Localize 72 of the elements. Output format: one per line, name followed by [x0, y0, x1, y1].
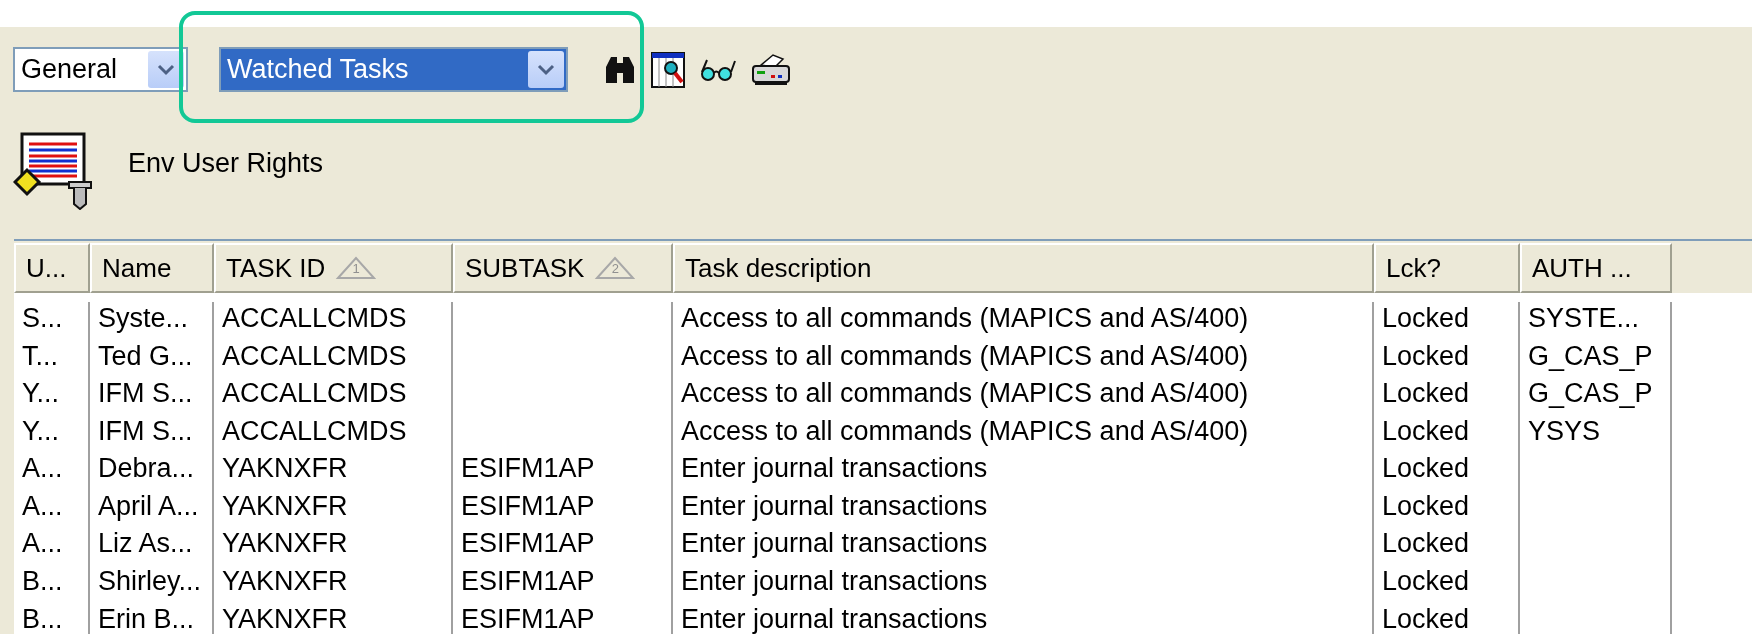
table-cell: Shirley... — [98, 566, 202, 597]
sort-order: 1 — [351, 262, 361, 275]
table-cell: Y... — [22, 378, 60, 409]
table-cell: Locked — [1382, 453, 1470, 484]
table-cell: A... — [22, 528, 63, 559]
table-cell: IFM S... — [98, 415, 193, 446]
sort-order: 2 — [610, 262, 621, 275]
table-cell: YAKNXFR — [222, 490, 348, 521]
table-cell: YAKNXFR — [222, 528, 348, 559]
table-cell: Debra... — [98, 453, 195, 484]
table-cell: B... — [22, 603, 63, 634]
table-cell: Locked — [1382, 415, 1470, 446]
table-cell: IFM S... — [98, 378, 193, 409]
caret-icon — [157, 63, 175, 76]
caret-icon — [537, 63, 555, 76]
table-cell: Locked — [1382, 490, 1470, 521]
table-cell: YAKNXFR — [222, 453, 348, 484]
table-cell: Syste... — [98, 303, 189, 333]
table-cell: A... — [22, 453, 63, 484]
table-cell: ACCALLCMDS — [222, 415, 407, 446]
table-cell: April A... — [98, 490, 199, 521]
table-cell: Locked — [1382, 378, 1470, 409]
table-cell: Access to all commands (MAPICS and AS/400) — [681, 378, 1249, 409]
table-cell: ACCALLCMDS — [222, 303, 407, 333]
table-cell: Y... — [22, 415, 60, 446]
column-header[interactable]: Task description — [673, 243, 1374, 293]
column-header[interactable]: Lck? — [1374, 243, 1520, 293]
table-cell: Access to all commands (MAPICS and AS/400) — [681, 303, 1249, 333]
page-title: Env User Rights — [128, 147, 324, 179]
table-cell: ESIFM1AP — [461, 453, 595, 484]
column-header[interactable]: TASK ID 1 — [214, 243, 453, 293]
table-cell: Enter journal transactions — [681, 566, 988, 597]
table-cell: Locked — [1382, 528, 1470, 559]
dropdown[interactable]: Watched Tasks — [219, 47, 568, 92]
table-cell: S... — [22, 303, 63, 333]
table-cell: B... — [22, 566, 63, 597]
table-cell: ESIFM1AP — [461, 528, 595, 559]
table-cell: Erin B... — [98, 603, 195, 634]
table-cell: YAKNXFR — [222, 566, 348, 597]
table-cell: Ted G... — [98, 340, 193, 371]
dropdown[interactable]: General — [13, 47, 188, 92]
table-cell: YSYS — [1528, 415, 1601, 446]
table-cell: Locked — [1382, 566, 1470, 597]
table-cell: Access to all commands (MAPICS and AS/400) — [681, 340, 1249, 371]
grid-search-icon[interactable] — [651, 51, 685, 88]
table-cell: G_CAS_P — [1528, 340, 1653, 371]
table-cell: Locked — [1382, 340, 1470, 371]
sort-triangle-icon — [335, 255, 378, 281]
column-header[interactable]: Name — [90, 243, 214, 293]
column-header[interactable]: SUBTASK 2 — [453, 243, 673, 293]
sort-triangle-icon — [594, 255, 637, 281]
table-cell: SYSTE... — [1528, 303, 1640, 333]
table-cell: Enter journal transactions — [681, 453, 988, 484]
column-header[interactable]: AUTH ... — [1520, 243, 1672, 293]
column-header[interactable]: U... — [14, 243, 90, 293]
table-cell: Liz As... — [98, 528, 193, 559]
table-cell: Enter journal transactions — [681, 528, 988, 559]
table-cell: Enter journal transactions — [681, 490, 988, 521]
table-cell: ESIFM1AP — [461, 490, 595, 521]
table-cell: Locked — [1382, 603, 1470, 634]
table-cell: G_CAS_P — [1528, 378, 1653, 409]
table-cell: ACCALLCMDS — [222, 340, 407, 371]
printer-icon[interactable] — [751, 52, 791, 87]
table-cell: YAKNXFR — [222, 603, 348, 634]
table-cell: Locked — [1382, 303, 1470, 333]
table-cell: T... — [22, 340, 58, 371]
table-cell: A... — [22, 490, 63, 521]
table-cell: ESIFM1AP — [461, 566, 595, 597]
table-cell: ESIFM1AP — [461, 603, 595, 634]
table-cell: Enter journal transactions — [681, 603, 988, 634]
table-cell: ACCALLCMDS — [222, 378, 407, 409]
table-cell: Access to all commands (MAPICS and AS/400) — [681, 415, 1249, 446]
